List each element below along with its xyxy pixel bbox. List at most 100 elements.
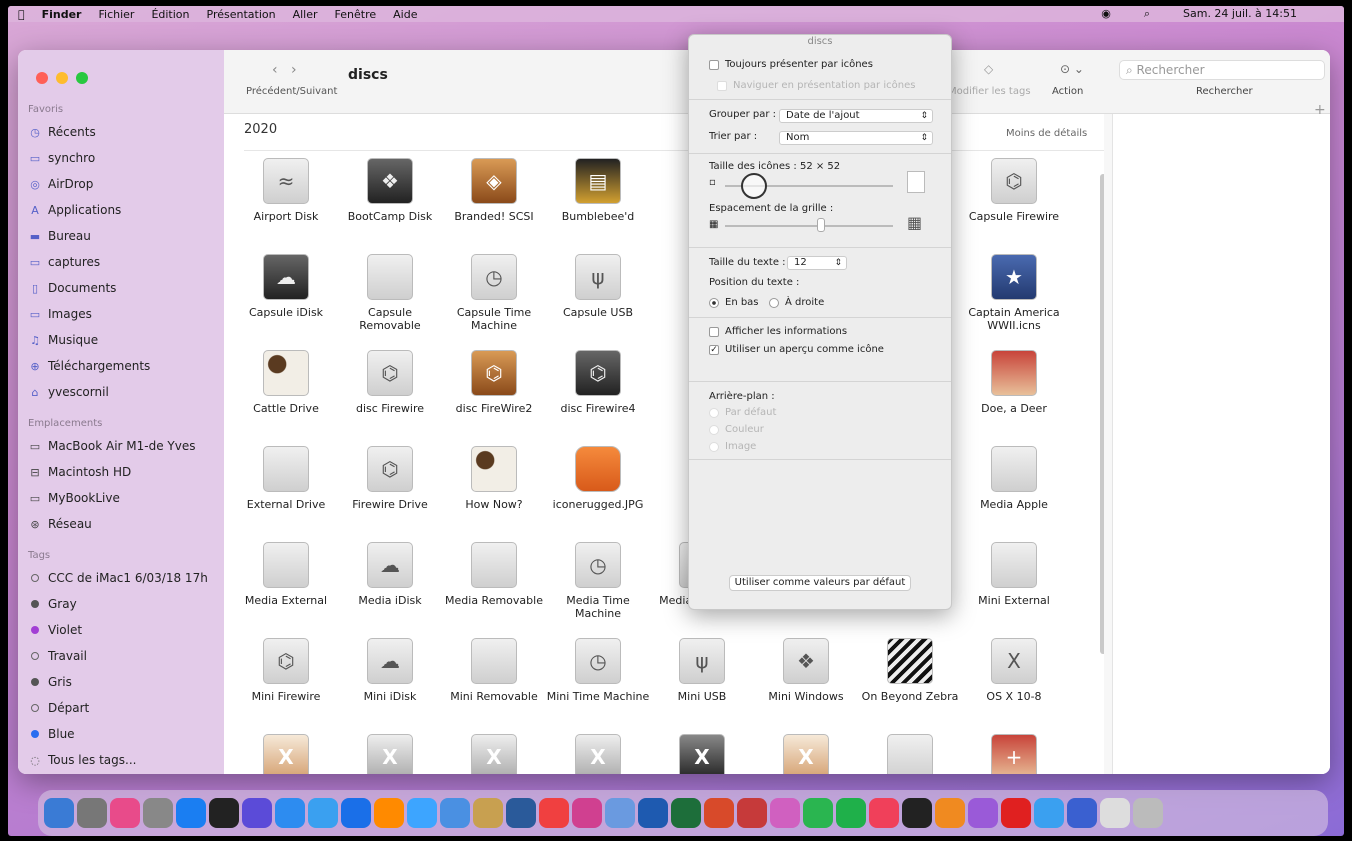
file-item[interactable]: X — [754, 734, 858, 774]
file-item[interactable]: Mini External — [962, 542, 1066, 607]
dock-app-icon[interactable] — [869, 798, 899, 828]
menu-edition[interactable]: Édition — [151, 8, 189, 21]
apple-icon[interactable]:  — [18, 8, 25, 21]
pos-right-radio[interactable]: À droite — [769, 297, 824, 308]
dock-app-icon[interactable] — [308, 798, 338, 828]
dock-app-icon[interactable] — [110, 798, 140, 828]
file-item[interactable]: ☁ Media iDisk — [338, 542, 442, 607]
file-item[interactable]: ψ Capsule USB — [546, 254, 650, 319]
file-item[interactable]: X — [234, 734, 338, 774]
sidebar-item-mybooklive[interactable]: ▭ MyBookLive — [28, 488, 218, 508]
sidebar-item-musique[interactable]: ♫ Musique — [28, 330, 218, 350]
dock-app-icon[interactable] — [374, 798, 404, 828]
chevron-right-icon[interactable]: › — [291, 62, 297, 78]
dock-app-icon[interactable] — [407, 798, 437, 828]
dock-app-icon[interactable] — [44, 798, 74, 828]
file-item[interactable]: Capsule Removable — [338, 254, 442, 332]
file-item[interactable]: X OS X 10-8 — [962, 638, 1066, 703]
file-item[interactable]: External Drive — [234, 446, 338, 511]
pos-bottom-radio[interactable]: En bas — [709, 297, 759, 308]
dock-app-icon[interactable] — [143, 798, 173, 828]
sidebar-item-macintosh-hd[interactable]: ⊟ Macintosh HD — [28, 462, 218, 482]
dock-app-icon[interactable] — [1100, 798, 1130, 828]
file-item[interactable]: ☁ Mini iDisk — [338, 638, 442, 703]
dock-app-icon[interactable] — [605, 798, 635, 828]
dock-app-icon[interactable] — [902, 798, 932, 828]
file-item[interactable]: ≈ Airport Disk — [234, 158, 338, 223]
sidebar-item-captures[interactable]: ▭ captures — [28, 252, 218, 272]
file-item[interactable]: Media Apple — [962, 446, 1066, 511]
sidebar-item-home[interactable]: ⌂ yvescornil — [28, 382, 218, 402]
checkmark-icon[interactable]: ✓ — [709, 344, 719, 355]
tags-label[interactable]: Modifier les tags — [948, 86, 1031, 97]
grid-spacing-slider[interactable] — [725, 225, 893, 227]
show-info-option[interactable]: Afficher les informations — [709, 326, 847, 337]
file-item[interactable]: X — [546, 734, 650, 774]
file-item[interactable]: iconerugged.JPG — [546, 446, 650, 511]
dock-app-icon[interactable] — [770, 798, 800, 828]
dock-app-icon[interactable] — [176, 798, 206, 828]
sidebar-tag-violet[interactable]: Violet — [28, 620, 218, 640]
file-item[interactable]: ◷ Capsule Time Machine — [442, 254, 546, 332]
always-icons-option[interactable]: Toujours présenter par icônes — [709, 59, 873, 70]
dock-app-icon[interactable] — [1067, 798, 1097, 828]
dock-app-icon[interactable] — [275, 798, 305, 828]
menu-fenetre[interactable]: Fenêtre — [335, 8, 377, 21]
file-item[interactable]: X — [442, 734, 546, 774]
sort-by-select[interactable]: Nom ⇕ — [779, 131, 933, 145]
sidebar-tag-gris[interactable]: Gris — [28, 672, 218, 692]
file-item[interactable]: ⌬ Capsule Firewire — [962, 158, 1066, 223]
menu-aide[interactable]: Aide — [393, 8, 417, 21]
menu-aller[interactable]: Aller — [293, 8, 318, 21]
dock-app-icon[interactable] — [836, 798, 866, 828]
close-button[interactable] — [36, 72, 48, 84]
file-item[interactable]: ⌬ Mini Firewire — [234, 638, 338, 703]
sidebar-item-recents[interactable]: ◷ Récents — [28, 122, 218, 142]
less-details-link[interactable]: Moins de détails — [1006, 128, 1087, 139]
menu-app-name[interactable]: Finder — [42, 8, 82, 21]
file-item[interactable]: ◷ Mini Time Machine — [546, 638, 650, 703]
file-item[interactable] — [858, 734, 962, 774]
dock-app-icon[interactable] — [1034, 798, 1064, 828]
checkbox[interactable] — [709, 59, 719, 70]
chevron-left-icon[interactable]: ‹ — [272, 62, 278, 78]
file-item[interactable]: Cattle Drive — [234, 350, 338, 415]
dock-app-icon[interactable] — [638, 798, 668, 828]
file-item[interactable]: ☁ Capsule iDisk — [234, 254, 338, 319]
wifi-icon[interactable]: ◉ — [1101, 7, 1111, 21]
dock-app-icon[interactable] — [737, 798, 767, 828]
file-item[interactable]: ★ Captain America WWII.icns — [962, 254, 1066, 332]
dock-app-icon[interactable] — [704, 798, 734, 828]
dock-app-icon[interactable] — [209, 798, 239, 828]
dock-app-icon[interactable] — [473, 798, 503, 828]
dock-app-icon[interactable] — [572, 798, 602, 828]
file-item[interactable]: ▤ Bumblebee'd — [546, 158, 650, 223]
dock-app-icon[interactable] — [968, 798, 998, 828]
dock-app-icon[interactable] — [1001, 798, 1031, 828]
sidebar-tag-depart[interactable]: Départ — [28, 698, 218, 718]
sidebar-item-applications[interactable]: A Applications — [28, 200, 218, 220]
dock-app-icon[interactable] — [1133, 798, 1163, 828]
dock-app-icon[interactable] — [77, 798, 107, 828]
group-by-select[interactable]: Date de l'ajout ⇕ — [779, 109, 933, 123]
search-menu-icon[interactable]: ⌕ — [1144, 7, 1150, 21]
sidebar-item-airdrop[interactable]: ◎ AirDrop — [28, 174, 218, 194]
file-item[interactable]: + — [962, 734, 1066, 774]
sidebar-item-bureau[interactable]: ▬ Bureau — [28, 226, 218, 246]
file-item[interactable]: ⌬ disc FireWire2 — [442, 350, 546, 415]
dock-app-icon[interactable] — [539, 798, 569, 828]
file-item[interactable]: ❖ BootCamp Disk — [338, 158, 442, 223]
file-item[interactable]: How Now? — [442, 446, 546, 511]
dock-app-icon[interactable] — [671, 798, 701, 828]
file-item[interactable]: ⌬ Firewire Drive — [338, 446, 442, 511]
minimize-button[interactable] — [56, 72, 68, 84]
sidebar-tag-gray[interactable]: Gray — [28, 594, 218, 614]
file-item[interactable]: Doe, a Deer — [962, 350, 1066, 415]
slider-knob[interactable] — [741, 173, 767, 199]
slider-knob[interactable] — [817, 218, 825, 232]
zoom-button[interactable] — [76, 72, 88, 84]
sidebar-tag-blue[interactable]: Blue — [28, 724, 218, 744]
sidebar-tag-ccc[interactable]: CCC de iMac1 6/03/18 17h — [28, 568, 218, 588]
file-item[interactable]: Media Removable — [442, 542, 546, 607]
file-item[interactable]: Media External — [234, 542, 338, 607]
